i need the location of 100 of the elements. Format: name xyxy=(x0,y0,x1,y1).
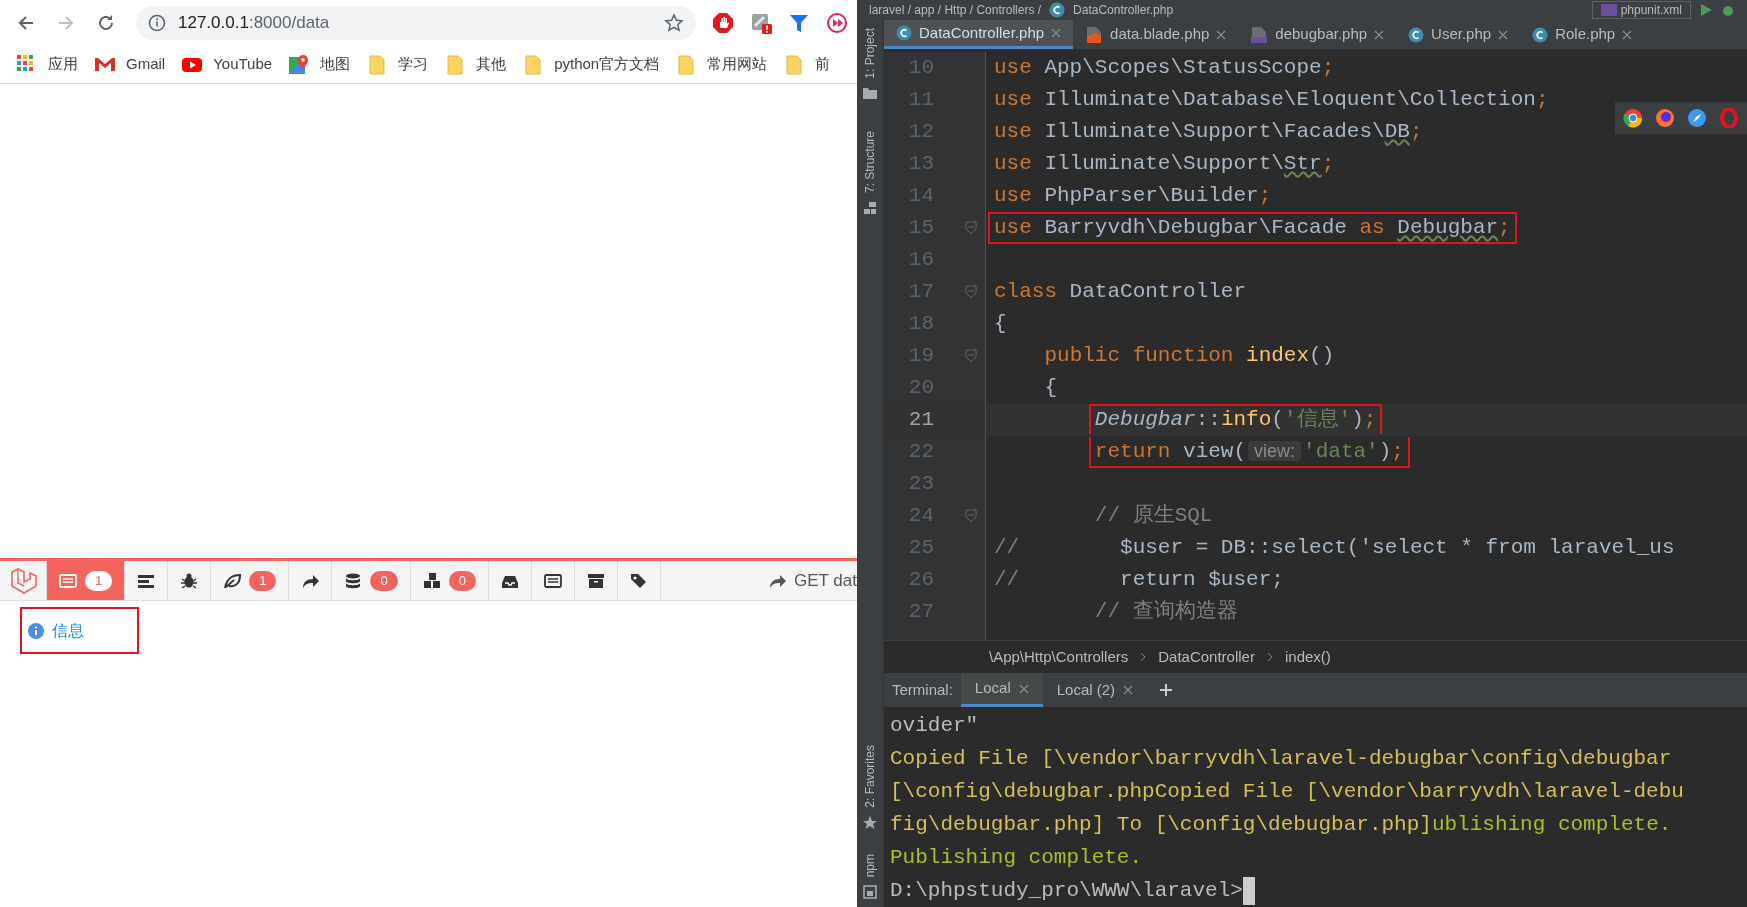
breadcrumb[interactable]: DataController xyxy=(1158,645,1255,669)
request-label: GET dat xyxy=(794,569,857,592)
close-icon xyxy=(1051,28,1062,38)
close-icon xyxy=(1498,29,1509,40)
extension-button[interactable] xyxy=(825,11,849,35)
compass-icon xyxy=(1687,108,1707,128)
code-line: { xyxy=(1044,375,1058,401)
bookmark[interactable]: 地图 xyxy=(288,53,351,76)
map-pin-icon xyxy=(288,53,311,76)
terminal-line: D:\phpstudy_pro\WWW\laravel> xyxy=(890,878,1243,904)
bookmark[interactable]: 常用网站 xyxy=(675,53,768,76)
ring-icon xyxy=(1719,108,1739,128)
tags-icon xyxy=(629,571,648,590)
box-icon xyxy=(863,885,877,899)
browser-icon xyxy=(1623,108,1643,128)
count-badge: 0 xyxy=(448,570,476,591)
class-icon xyxy=(1532,26,1549,43)
terminal-line: ovider" xyxy=(890,713,979,739)
code-line: // 原生SQL xyxy=(1094,502,1213,529)
class-icon xyxy=(1408,26,1425,43)
bookmark[interactable]: 前 xyxy=(783,53,831,76)
chevron-icon xyxy=(1140,652,1147,662)
tool-window-button[interactable]: 2: Favorites xyxy=(861,740,879,834)
cube-logo-icon xyxy=(9,566,37,595)
editor-tab[interactable]: DataController.php xyxy=(884,20,1074,49)
chevron-icon xyxy=(1266,652,1273,662)
star-icon xyxy=(863,815,877,830)
editor-tab[interactable]: User.php xyxy=(1396,20,1521,49)
leaf-icon xyxy=(223,571,242,590)
address-bar[interactable]: 127.0.0.1:8000/data xyxy=(136,6,696,40)
php-file-icon xyxy=(1600,4,1617,16)
navigation-path: laravel / app / Http / Controllers / xyxy=(869,2,1042,19)
extension-button[interactable] xyxy=(749,11,773,35)
terminal-line: Copied File [\vendor\barryvdh\laravel-debugbar\config\debugbar xyxy=(890,746,1672,772)
class-icon xyxy=(896,25,912,41)
list-icon xyxy=(543,571,562,590)
code-line: // 查询构造器 xyxy=(1094,598,1238,625)
star-icon xyxy=(664,13,684,33)
bookmark[interactable]: 其他 xyxy=(444,53,507,76)
code-line: use Illuminate\Database\Eloquent\Collection; xyxy=(994,87,1549,113)
breadcrumb[interactable]: \App\Http\Controllers xyxy=(989,645,1129,669)
url-text: 127.0.0.1:8000/data xyxy=(178,12,331,35)
class-icon xyxy=(1049,2,1066,18)
count-badge: 1 xyxy=(85,570,113,591)
funnel-icon xyxy=(788,12,810,34)
code-line: class DataController xyxy=(994,279,1247,305)
close-icon xyxy=(1123,685,1134,695)
run-icon xyxy=(1699,3,1713,17)
code-line: use PhpParser\Builder; xyxy=(994,183,1272,209)
terminal-label: Terminal: xyxy=(891,679,954,700)
plus-icon xyxy=(1159,683,1174,697)
bookmark[interactable]: 学习 xyxy=(366,53,429,76)
terminal-line: [\config\debugbar.phpCopied File [\vendor\barryvdh\laravel-debu xyxy=(890,779,1684,805)
bookmark[interactable]: python官方文档 xyxy=(522,53,660,76)
tool-window-button[interactable]: 7: Structure xyxy=(861,126,879,219)
folder-icon xyxy=(863,86,877,99)
close-icon xyxy=(1216,29,1227,40)
info-icon xyxy=(148,14,166,32)
terminal-tab[interactable]: Local (2) xyxy=(1042,673,1148,707)
count-badge: 0 xyxy=(370,570,398,591)
debugbar-tab[interactable]: 1 xyxy=(47,561,126,600)
database-icon xyxy=(344,571,363,590)
breadcrumb[interactable]: index() xyxy=(1284,645,1331,669)
structure-icon xyxy=(863,200,877,215)
cubes-icon xyxy=(422,571,441,590)
terminal-line: fig\debugbar.php] To [\config\debugbar.php]ublishing complete. xyxy=(890,812,1672,838)
tool-window-button[interactable]: npm xyxy=(861,849,879,903)
count-badge: 1 xyxy=(249,570,277,591)
run-configuration-dropdown[interactable]: phpunit.xml xyxy=(1591,1,1691,19)
bookmark[interactable]: YouTube xyxy=(181,53,273,76)
code-line: return view( view: 'data'); xyxy=(1088,437,1410,468)
puzzle-icon xyxy=(750,12,772,34)
info-icon xyxy=(28,622,44,639)
blade-file-icon xyxy=(1085,25,1104,44)
code-line: // return $user; xyxy=(994,567,1284,593)
bookmark[interactable]: 应用 xyxy=(16,53,78,76)
terminal-tab[interactable]: Local xyxy=(960,673,1043,707)
code-line: use Illuminate\Support\Facades\DB; xyxy=(994,119,1423,145)
tool-window-button[interactable]: 1: Project xyxy=(861,24,879,103)
close-icon xyxy=(1374,29,1385,40)
code-line: use Illuminate\Support\Str; xyxy=(994,151,1335,177)
archive-icon xyxy=(586,571,605,590)
fast-forward-icon xyxy=(826,12,848,34)
extension-button[interactable] xyxy=(711,11,735,35)
code-line: Debugbar::info('信息'); xyxy=(1088,404,1383,434)
bookmark[interactable]: Gmail xyxy=(94,53,166,76)
message-text: 信息 xyxy=(52,620,84,641)
list-icon xyxy=(59,571,77,590)
editor-tab[interactable]: debugbar.php xyxy=(1238,20,1397,49)
editor-tab[interactable]: data.blade.php xyxy=(1073,20,1239,49)
terminal-line: Publishing complete. xyxy=(890,845,1143,871)
browser-icon xyxy=(1655,108,1675,128)
file-name: DataController.php xyxy=(1073,2,1174,19)
code-line: public function index() xyxy=(1044,343,1335,369)
editor-tab[interactable]: Role.php xyxy=(1520,20,1645,49)
stop-hand-icon xyxy=(712,12,734,34)
close-icon xyxy=(1018,683,1029,694)
code-line: use App\Scopes\StatusScope; xyxy=(994,55,1335,81)
php-file-icon xyxy=(1250,25,1269,44)
code-line: { xyxy=(994,311,1007,337)
